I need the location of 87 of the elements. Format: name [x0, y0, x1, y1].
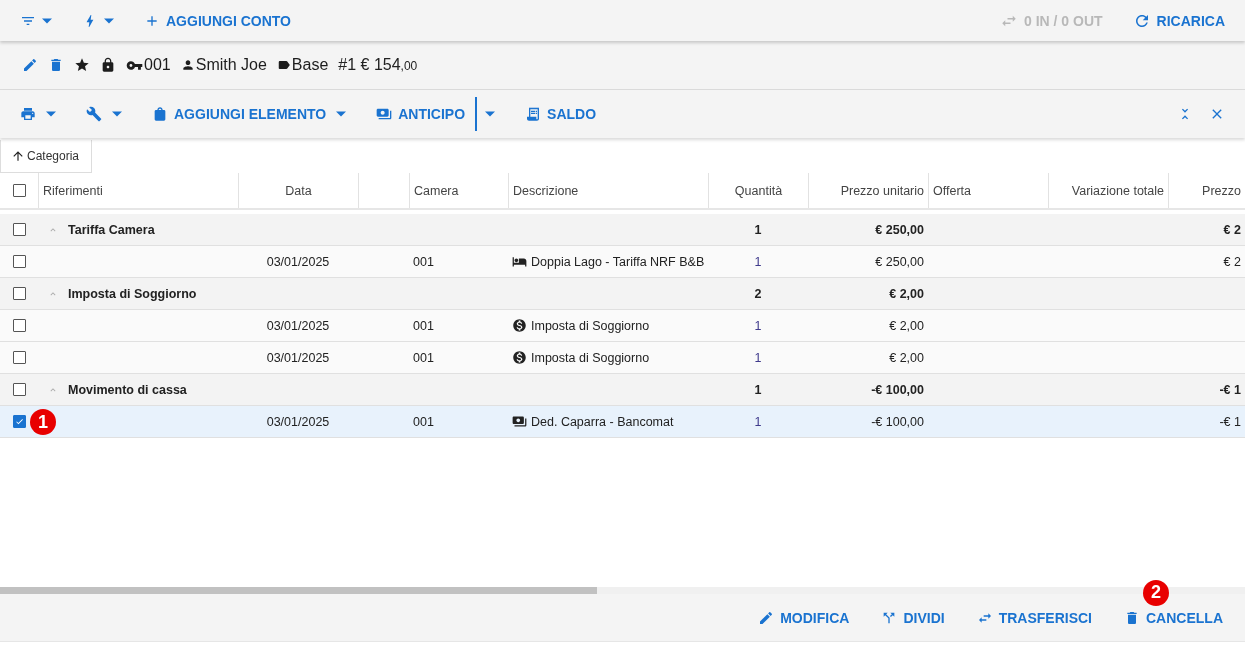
- info-text: Base: [291, 56, 329, 74]
- column-header[interactable]: Quantità: [734, 183, 783, 198]
- column-header[interactable]: Prezzo: [1202, 183, 1241, 198]
- checkbox[interactable]: [12, 383, 26, 396]
- action-button[interactable]: DIVIDI: [873, 603, 953, 632]
- reload-button[interactable]: RICARICA: [1124, 5, 1233, 36]
- table-cell: -€ 1: [1219, 382, 1241, 397]
- table-cell: 1: [754, 254, 762, 269]
- table-cell: Imposta di Soggiorno: [531, 318, 650, 333]
- action-button[interactable]: MODIFICA: [750, 603, 858, 632]
- table-cell: € 2,00: [889, 286, 924, 301]
- pencil-icon: [758, 609, 775, 626]
- bag-icon: [152, 106, 168, 122]
- column-header[interactable]: Camera: [414, 183, 459, 198]
- table-cell: € 2: [1223, 222, 1241, 237]
- table-cell: 03/01/2025: [266, 414, 330, 429]
- group-title: Movimento di cassa: [68, 382, 187, 397]
- table-cell: 03/01/2025: [266, 254, 330, 269]
- column-header[interactable]: Variazione totale: [1071, 183, 1164, 198]
- table-cell: Imposta di Soggiorno: [531, 350, 650, 365]
- group-by-chip[interactable]: Categoria: [0, 140, 93, 173]
- column-header[interactable]: Descrizione: [513, 183, 579, 198]
- table-cell: 1: [754, 382, 762, 397]
- table-cell: 1: [754, 414, 762, 429]
- info-text: 001: [144, 56, 171, 74]
- toolbar-button[interactable]: AGGIUNGI ELEMENTO: [144, 100, 355, 128]
- table-cell: 001: [413, 318, 434, 333]
- checkmark-icon: [14, 417, 24, 426]
- scrollbar[interactable]: [0, 587, 597, 594]
- table-cell: 1: [754, 222, 762, 237]
- dollar-coin-icon: [512, 350, 527, 365]
- checkbox[interactable]: [12, 287, 26, 300]
- table-cell: € 2,00: [889, 318, 924, 333]
- group-title: Imposta di Soggiorno: [68, 286, 197, 301]
- action-button[interactable]: TRASFERISCI: [968, 603, 1100, 632]
- lock-icon: [100, 57, 116, 73]
- table-cell: 1: [754, 350, 762, 365]
- star-icon: [74, 57, 90, 73]
- add-account-button[interactable]: AGGIUNGI CONTO: [136, 6, 299, 35]
- pencil-icon: [22, 57, 38, 73]
- table-cell: -€ 1: [1219, 414, 1241, 429]
- table-cell: € 250,00: [875, 254, 924, 269]
- table-cell: € 2,00: [889, 350, 924, 365]
- table-cell: 03/01/2025: [266, 350, 330, 365]
- checkbox[interactable]: [12, 415, 26, 428]
- group-title: Tariffa Camera: [68, 222, 155, 237]
- table-cell: -€ 100,00: [871, 414, 924, 429]
- trash-icon: [48, 57, 64, 73]
- table-cell: -€ 100,00: [871, 382, 924, 397]
- tag-icon: [276, 58, 291, 72]
- checkbox[interactable]: [12, 351, 26, 364]
- trash-icon: [1124, 609, 1140, 626]
- table-cell: 2: [754, 286, 762, 301]
- printer-icon: [20, 106, 36, 122]
- toolbar-button[interactable]: SALDO: [517, 100, 605, 128]
- checkbox[interactable]: [12, 255, 26, 268]
- receipt-icon: [525, 106, 542, 122]
- dollar-coin-icon: [512, 318, 527, 333]
- checkbox[interactable]: [12, 319, 26, 332]
- table-cell: 03/01/2025: [266, 318, 330, 333]
- caret-icon: [485, 111, 496, 117]
- arrow-up-icon: [11, 149, 25, 163]
- toolbar-button[interactable]: ANTICIPO: [368, 100, 474, 128]
- column-header[interactable]: Data: [285, 183, 312, 198]
- table-cell: € 2: [1223, 254, 1241, 269]
- bed-icon: [512, 254, 527, 269]
- column-header[interactable]: Prezzo unitario: [840, 183, 924, 198]
- table-cell: € 250,00: [875, 222, 924, 237]
- table-cell: 001: [413, 414, 434, 429]
- table-cell: 1: [754, 318, 762, 333]
- amount-text: #1 € 154,00: [338, 56, 418, 74]
- column-header[interactable]: Offerta: [933, 183, 971, 198]
- checkbox[interactable]: [12, 223, 26, 236]
- checkbox[interactable]: [12, 184, 26, 197]
- table-cell: Ded. Caparra - Bancomat: [531, 414, 674, 429]
- action-button[interactable]: CANCELLA: [1116, 603, 1231, 632]
- person-icon: [180, 58, 195, 72]
- info-text: Smith Joe: [195, 56, 267, 74]
- step-badge: 1: [30, 409, 56, 435]
- step-badge: 2: [1143, 579, 1169, 606]
- banknote-icon: [512, 414, 527, 429]
- column-header[interactable]: Riferimenti: [43, 183, 103, 198]
- wrench-icon: [86, 106, 102, 122]
- table-cell: 001: [413, 350, 434, 365]
- table-cell: Doppia Lago - Tariffa NRF B&B: [531, 254, 705, 269]
- table-cell: 001: [413, 254, 434, 269]
- banknote-icon: [376, 106, 393, 122]
